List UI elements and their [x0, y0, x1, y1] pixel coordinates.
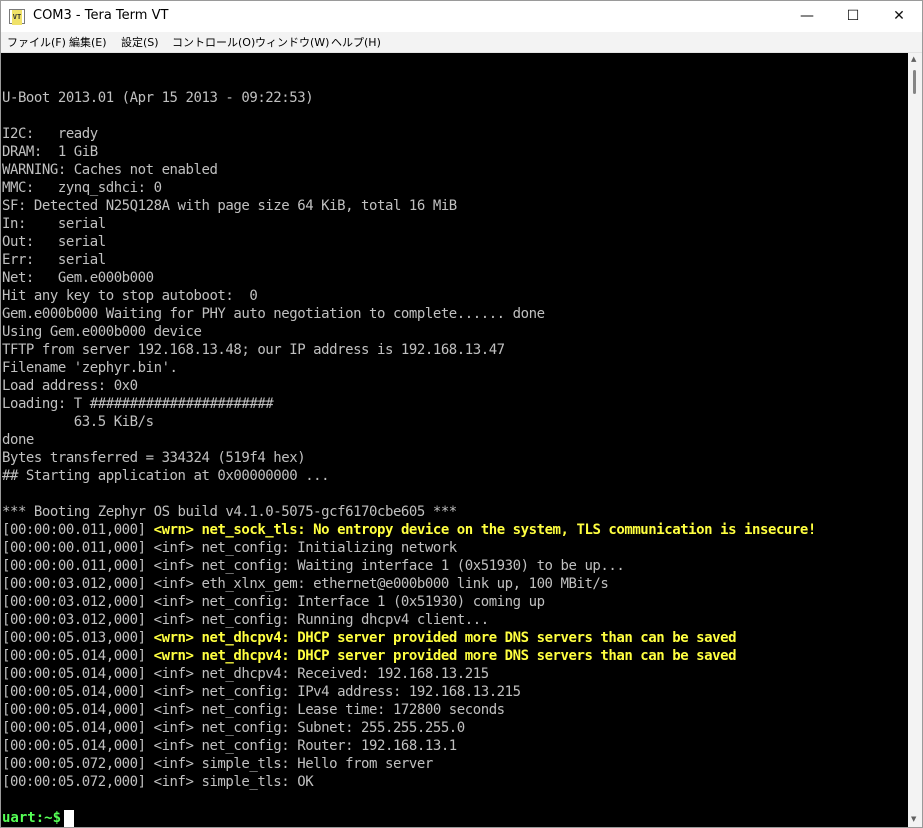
- terminal-line: Gem.e000b000 Waiting for PHY auto negoti…: [2, 306, 545, 322]
- terminal-line: Filename 'zephyr.bin'.: [2, 360, 178, 376]
- scrollbar-thumb[interactable]: [913, 70, 916, 94]
- close-icon: ✕: [893, 8, 905, 24]
- terminal-line: [00:00:05.014,000] <inf> net_config: Lea…: [2, 702, 505, 718]
- terminal-line: Bytes transferred = 334324 (519f4 hex): [2, 450, 306, 466]
- warning-message: <wrn> net_sock_tls: No entropy device on…: [153, 522, 817, 538]
- maximize-icon: ☐: [846, 8, 860, 24]
- terminal-line: WARNING: Caches not enabled: [2, 162, 218, 178]
- terminal-line: [00:00:05.014,000] <inf> net_dhcpv4: Rec…: [2, 666, 489, 682]
- minimize-icon: —: [800, 8, 814, 24]
- title-bar[interactable]: VT COM3 - Tera Term VT — ☐ ✕: [1, 1, 922, 32]
- terminal-line: [00:00:00.011,000] <inf> net_config: Ini…: [2, 540, 457, 556]
- menu-file[interactable]: ファイル(F): [7, 34, 66, 50]
- terminal-line: [00:00:05.014,000] <inf> net_config: Sub…: [2, 720, 465, 736]
- terminal-line: Net: Gem.e000b000: [2, 270, 154, 286]
- terminal-line: [00:00:03.012,000] <inf> net_config: Run…: [2, 612, 489, 628]
- scroll-up-arrow-icon[interactable]: ▲: [911, 55, 916, 63]
- terminal-line: Loading: T #######################: [2, 396, 274, 412]
- terminal-line: [00:00:05.013,000] <wrn> net_dhcpv4: DHC…: [2, 629, 816, 647]
- terminal-line: [00:00:05.072,000] <inf> simple_tls: OK: [2, 774, 314, 790]
- terminal-line: Hit any key to stop autoboot: 0: [2, 288, 258, 304]
- terminal-line: [00:00:05.014,000] <inf> net_config: Rou…: [2, 738, 457, 754]
- terminal-line: Using Gem.e000b000 device: [2, 324, 202, 340]
- terminal-line: ## Starting application at 0x00000000 ..…: [2, 468, 330, 484]
- menu-help[interactable]: ヘルプ(H): [331, 34, 381, 50]
- terminal-line: *** Booting Zephyr OS build v4.1.0-5075-…: [2, 504, 457, 520]
- terminal-line: SF: Detected N25Q128A with page size 64 …: [2, 198, 457, 214]
- app-icon-label: VT: [11, 10, 23, 25]
- terminal-output: U-Boot 2013.01 (Apr 15 2013 - 09:22:53) I…: [2, 89, 816, 791]
- menu-settings[interactable]: 設定(S): [121, 34, 159, 50]
- terminal-line: [00:00:03.012,000] <inf> net_config: Int…: [2, 594, 545, 610]
- window-title: COM3 - Tera Term VT: [33, 8, 169, 23]
- terminal-line: [00:00:00.011,000] <inf> net_config: Wai…: [2, 558, 625, 574]
- log-timestamp: [00:00:00.011,000]: [2, 522, 154, 538]
- terminal-screen[interactable]: U-Boot 2013.01 (Apr 15 2013 - 09:22:53) I…: [1, 53, 908, 827]
- terminal-line: done: [2, 432, 34, 448]
- close-button[interactable]: ✕: [876, 1, 922, 32]
- terminal-line: In: serial: [2, 216, 106, 232]
- terminal-line: [00:00:05.014,000] <wrn> net_dhcpv4: DHC…: [2, 647, 816, 665]
- text-cursor: [64, 810, 74, 827]
- minimize-button[interactable]: —: [784, 1, 830, 32]
- menu-edit[interactable]: 編集(E): [69, 34, 107, 50]
- shell-prompt: uart:~$: [2, 810, 70, 826]
- terminal-line: 63.5 KiB/s: [2, 414, 154, 430]
- warning-message: <wrn> net_dhcpv4: DHCP server provided m…: [153, 648, 737, 664]
- menu-control[interactable]: コントロール(O): [172, 34, 255, 50]
- terminal-line: I2C: ready: [2, 126, 98, 142]
- terminal-line: TFTP from server 192.168.13.48; our IP a…: [2, 342, 505, 358]
- maximize-button[interactable]: ☐: [830, 1, 876, 32]
- terminal-line: Load address: 0x0: [2, 378, 138, 394]
- log-timestamp: [00:00:05.014,000]: [2, 648, 154, 664]
- log-timestamp: [00:00:05.013,000]: [2, 630, 154, 646]
- vertical-scrollbar[interactable]: ▲ ▼: [908, 53, 922, 827]
- terminal-line: MMC: zynq_sdhci: 0: [2, 180, 162, 196]
- terminal-line: U-Boot 2013.01 (Apr 15 2013 - 09:22:53): [2, 90, 314, 106]
- terminal-line: Out: serial: [2, 234, 106, 250]
- scroll-down-arrow-icon[interactable]: ▼: [911, 815, 916, 823]
- terminal-line: DRAM: 1 GiB: [2, 144, 98, 160]
- tera-term-window: VT COM3 - Tera Term VT — ☐ ✕ ファイル(F) 編集(…: [0, 0, 923, 828]
- terminal-line: [00:00:00.011,000] <wrn> net_sock_tls: N…: [2, 521, 816, 539]
- menu-window[interactable]: ウィンドウ(W): [255, 34, 329, 50]
- menu-bar: ファイル(F) 編集(E) 設定(S) コントロール(O) ウィンドウ(W) ヘ…: [1, 32, 922, 53]
- terminal-line: [00:00:03.012,000] <inf> eth_xlnx_gem: e…: [2, 576, 609, 592]
- warning-message: <wrn> net_dhcpv4: DHCP server provided m…: [153, 630, 737, 646]
- terminal-line: [00:00:05.014,000] <inf> net_config: IPv…: [2, 684, 521, 700]
- terminal-line: Err: serial: [2, 252, 106, 268]
- terminal-line: [00:00:05.072,000] <inf> simple_tls: Hel…: [2, 756, 433, 772]
- tera-term-app-icon[interactable]: VT: [9, 9, 25, 25]
